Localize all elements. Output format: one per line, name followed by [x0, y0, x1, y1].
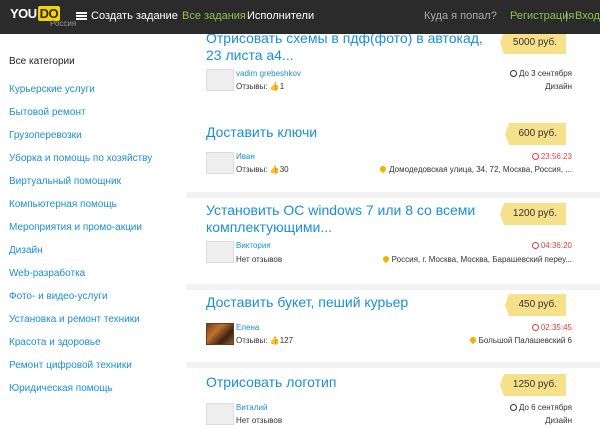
reviews-label: Нет отзывов [236, 255, 283, 264]
category-events[interactable]: Мероприятия и промо-акции [9, 222, 142, 233]
where-am-i-link[interactable]: Куда я попал? [424, 10, 497, 22]
logo-you-text: YOU [10, 6, 37, 21]
category-computer-help[interactable]: Компьютерная помощь [9, 199, 117, 210]
category-digital-repair[interactable]: Ремонт цифровой техники [9, 360, 132, 371]
user-name-link[interactable]: vadim grebeshkov [236, 69, 301, 78]
task-price: 600 руб. [505, 123, 566, 145]
timer-text: 04:36:20 [540, 241, 572, 250]
avatar[interactable] [206, 241, 234, 263]
avatar[interactable] [206, 323, 234, 345]
category-beauty-health[interactable]: Красота и здоровье [9, 337, 101, 348]
location-pin-icon [468, 335, 477, 345]
menu-icon [76, 12, 87, 20]
task-card: Отрисовать схемы в пдф(фото) в автокад, … [186, 34, 600, 116]
task-title[interactable]: Доставить букет, пеший курьер [206, 294, 496, 311]
user-reviews: Нет отзывов [236, 255, 282, 264]
category-design[interactable]: Дизайн [9, 245, 43, 256]
category-courier[interactable]: Курьерские услуги [9, 84, 95, 95]
login-link[interactable]: Вход [575, 10, 600, 22]
clock-icon [531, 324, 539, 331]
task-price: 5000 руб. [499, 34, 566, 54]
auth-separator: | [565, 10, 568, 22]
nav-all-tasks[interactable]: Все задания [182, 10, 246, 22]
task-price: 1200 руб. [499, 203, 566, 225]
task-address: Домодедовская улица, 34, 72, Москва, Рос… [378, 164, 572, 174]
task-address: Россия, г. Москва, Москва, Барашевский п… [381, 254, 572, 264]
category-home-repair[interactable]: Бытовой ремонт [9, 107, 86, 118]
address-text: Домодедовская улица, 34, 72, Москва, Рос… [389, 165, 572, 174]
category-cargo[interactable]: Грузоперевозки [9, 130, 82, 141]
category-sidebar: Все категории Курьерские услуги Бытовой … [0, 34, 186, 428]
avatar[interactable] [206, 152, 234, 174]
create-task-label: Создать задание [91, 10, 178, 22]
top-navigation-bar: YOU DO Россия Создать задание Все задания… [0, 0, 600, 34]
clock-icon [531, 242, 539, 249]
address-text: Большой Палашевский 6 [478, 336, 572, 345]
clock-icon [510, 404, 517, 411]
task-title[interactable]: Отрисовать схемы в пдф(фото) в автокад, … [206, 34, 496, 64]
task-category: Дизайн [545, 416, 572, 425]
category-web-dev[interactable]: Web-разработка [9, 268, 85, 279]
task-card: Доставить букет, пеший курьер 450 руб. Е… [186, 290, 600, 362]
reviews-label: Отзывы: [236, 165, 268, 174]
reviews-label: Нет отзывов [236, 416, 283, 425]
user-reviews: Нет отзывов [236, 416, 282, 425]
task-price: 450 руб. [505, 294, 566, 316]
address-text: Россия, г. Москва, Москва, Барашевский п… [391, 255, 572, 264]
thumbs-up-icon: 👍 [269, 336, 280, 345]
user-name-link[interactable]: Иван [236, 152, 255, 161]
region-label: Россия [50, 19, 77, 28]
user-name-link[interactable]: Виталий [236, 403, 267, 412]
timer-text: 02:35:45 [540, 323, 572, 332]
task-deadline: До 3 сентября [510, 69, 572, 78]
task-title[interactable]: Установить ОС windows 7 или 8 со всеми к… [206, 202, 496, 236]
thumbs-up-icon: 👍 [269, 82, 280, 91]
clock-icon [531, 153, 539, 160]
task-timer: 02:35:45 [531, 323, 572, 332]
timer-text: 23:56:23 [540, 152, 572, 161]
reviews-count: 1 [279, 82, 285, 91]
reviews-label: Отзывы: [236, 82, 268, 91]
task-address: Большой Палашевский 6 [468, 335, 572, 345]
sidebar-title: Все категории [9, 56, 75, 67]
task-timer: 23:56:23 [531, 152, 572, 161]
create-task-button[interactable]: Создать задание [76, 10, 178, 22]
task-card: Доставить ключи 600 руб. Иван Отзывы: 👍3… [186, 112, 600, 192]
avatar[interactable] [206, 69, 234, 91]
category-photo-video[interactable]: Фото- и видео-услуги [9, 291, 108, 302]
deadline-text: До 6 сентября [519, 403, 572, 412]
reviews-count: 30 [279, 165, 289, 174]
location-pin-icon [378, 164, 388, 174]
task-title[interactable]: Доставить ключи [206, 124, 496, 141]
task-card: Установить ОС windows 7 или 8 со всеми к… [186, 198, 600, 284]
clock-icon [510, 70, 517, 77]
nav-performers[interactable]: Исполнители [247, 10, 314, 22]
category-virtual-assistant[interactable]: Виртуальный помощник [9, 176, 121, 187]
avatar[interactable] [206, 403, 234, 425]
category-appliance-install[interactable]: Установка и ремонт техники [9, 314, 140, 325]
task-list: Отрисовать схемы в пдф(фото) в автокад, … [186, 34, 600, 428]
user-name-link[interactable]: Елена [236, 323, 259, 332]
user-reviews: Отзывы: 👍1 [236, 82, 284, 91]
user-reviews: Отзывы: 👍30 [236, 165, 289, 174]
user-reviews: Отзывы: 👍127 [236, 336, 293, 345]
reviews-count: 127 [279, 336, 294, 345]
task-card: Отрисовать логотип 1250 руб. Виталий Нет… [186, 368, 600, 428]
category-cleaning[interactable]: Уборка и помощь по хозяйству [9, 153, 152, 164]
task-deadline: До 6 сентября [510, 403, 572, 412]
task-title[interactable]: Отрисовать логотип [206, 374, 496, 391]
task-timer: 04:36:20 [531, 241, 572, 250]
category-legal[interactable]: Юридическая помощь [9, 383, 113, 394]
reviews-label: Отзывы: [236, 336, 268, 345]
location-pin-icon [381, 254, 390, 264]
task-price: 1250 руб. [499, 374, 566, 396]
thumbs-up-icon: 👍 [269, 165, 280, 174]
deadline-text: До 3 сентября [519, 69, 572, 78]
user-name-link[interactable]: Виктория [236, 241, 271, 250]
task-category: Дизайн [545, 82, 572, 91]
